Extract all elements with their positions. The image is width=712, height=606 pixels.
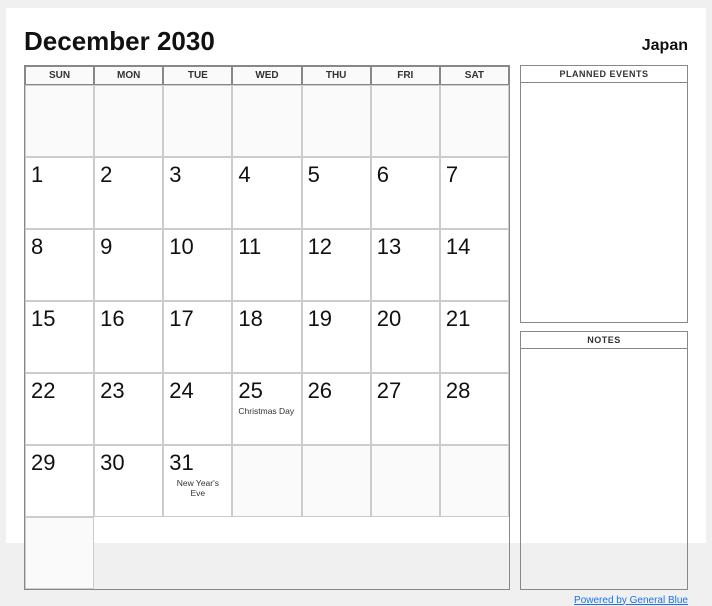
page: December 2030 Japan SUNMONTUEWEDTHUFRISA… [6,8,706,543]
day-cell: 20 [371,301,440,373]
day-number: 26 [308,378,332,404]
day-cell [302,445,371,517]
day-cell [94,85,163,157]
day-number: 9 [100,234,112,260]
day-header: TUE [163,66,232,85]
day-cell: 17 [163,301,232,373]
day-cell: 18 [232,301,301,373]
day-cell: 16 [94,301,163,373]
day-cell: 29 [25,445,94,517]
day-cell: 6 [371,157,440,229]
day-cell: 5 [302,157,371,229]
day-number: 15 [31,306,55,332]
day-header: MON [94,66,163,85]
day-cell [371,445,440,517]
day-cell [232,445,301,517]
day-number: 31 [169,450,193,476]
day-cell: 2 [94,157,163,229]
day-cell: 19 [302,301,371,373]
day-cell: 22 [25,373,94,445]
day-cell: 15 [25,301,94,373]
day-number: 4 [238,162,250,188]
day-number: 27 [377,378,401,404]
day-cell: 28 [440,373,509,445]
day-number: 7 [446,162,458,188]
header: December 2030 Japan [24,26,688,57]
day-header: SUN [25,66,94,85]
day-cell [232,85,301,157]
day-number: 8 [31,234,43,260]
notes-content [521,349,687,589]
powered-by-link[interactable]: Powered by General Blue [574,595,688,606]
day-number: 22 [31,378,55,404]
day-cell: 14 [440,229,509,301]
day-cell: 10 [163,229,232,301]
day-number: 12 [308,234,332,260]
main-content: SUNMONTUEWEDTHUFRISAT1234567891011121314… [24,65,688,590]
day-number: 21 [446,306,470,332]
calendar-grid: SUNMONTUEWEDTHUFRISAT1234567891011121314… [25,66,509,589]
notes-box: NOTES [520,331,688,590]
country-title: Japan [642,37,688,55]
footer: Powered by General Blue [24,595,688,606]
day-cell: 23 [94,373,163,445]
day-number: 29 [31,450,55,476]
day-cell [440,85,509,157]
day-cell: 7 [440,157,509,229]
day-header: SAT [440,66,509,85]
day-cell [25,517,94,589]
day-number: 24 [169,378,193,404]
day-cell [302,85,371,157]
day-cell: 26 [302,373,371,445]
day-cell: 21 [440,301,509,373]
day-number: 5 [308,162,320,188]
day-number: 13 [377,234,401,260]
day-number: 25 [238,378,262,404]
day-number: 10 [169,234,193,260]
day-cell [440,445,509,517]
notes-title: NOTES [521,332,687,349]
day-cell [163,85,232,157]
day-header: THU [302,66,371,85]
day-number: 6 [377,162,389,188]
day-number: 28 [446,378,470,404]
day-cell: 8 [25,229,94,301]
day-cell: 12 [302,229,371,301]
planned-events-title: PLANNED EVENTS [521,66,687,83]
day-number: 20 [377,306,401,332]
day-cell: 13 [371,229,440,301]
day-number: 14 [446,234,470,260]
day-number: 3 [169,162,181,188]
sidebar: PLANNED EVENTS NOTES [520,65,688,590]
day-number: 23 [100,378,124,404]
day-number: 17 [169,306,193,332]
day-cell [371,85,440,157]
day-number: 1 [31,162,43,188]
day-number: 18 [238,306,262,332]
day-number: 19 [308,306,332,332]
planned-events-content [521,83,687,323]
day-number: 16 [100,306,124,332]
day-cell: 27 [371,373,440,445]
day-cell: 25 Christmas Day [232,373,301,445]
day-header: FRI [371,66,440,85]
calendar-section: SUNMONTUEWEDTHUFRISAT1234567891011121314… [24,65,510,590]
day-number: 30 [100,450,124,476]
planned-events-box: PLANNED EVENTS [520,65,688,324]
day-header: WED [232,66,301,85]
day-cell: 1 [25,157,94,229]
day-cell: 9 [94,229,163,301]
day-cell: 4 [232,157,301,229]
day-cell: 31New Year's Eve [163,445,232,517]
day-cell: 3 [163,157,232,229]
day-cell: 11 [232,229,301,301]
day-event-label: Christmas Day [238,406,294,416]
day-cell: 30 [94,445,163,517]
day-cell [25,85,94,157]
day-number: 2 [100,162,112,188]
month-year-title: December 2030 [24,26,215,57]
day-event-label: New Year's Eve [169,478,226,498]
day-number: 11 [238,234,261,260]
day-cell: 24 [163,373,232,445]
